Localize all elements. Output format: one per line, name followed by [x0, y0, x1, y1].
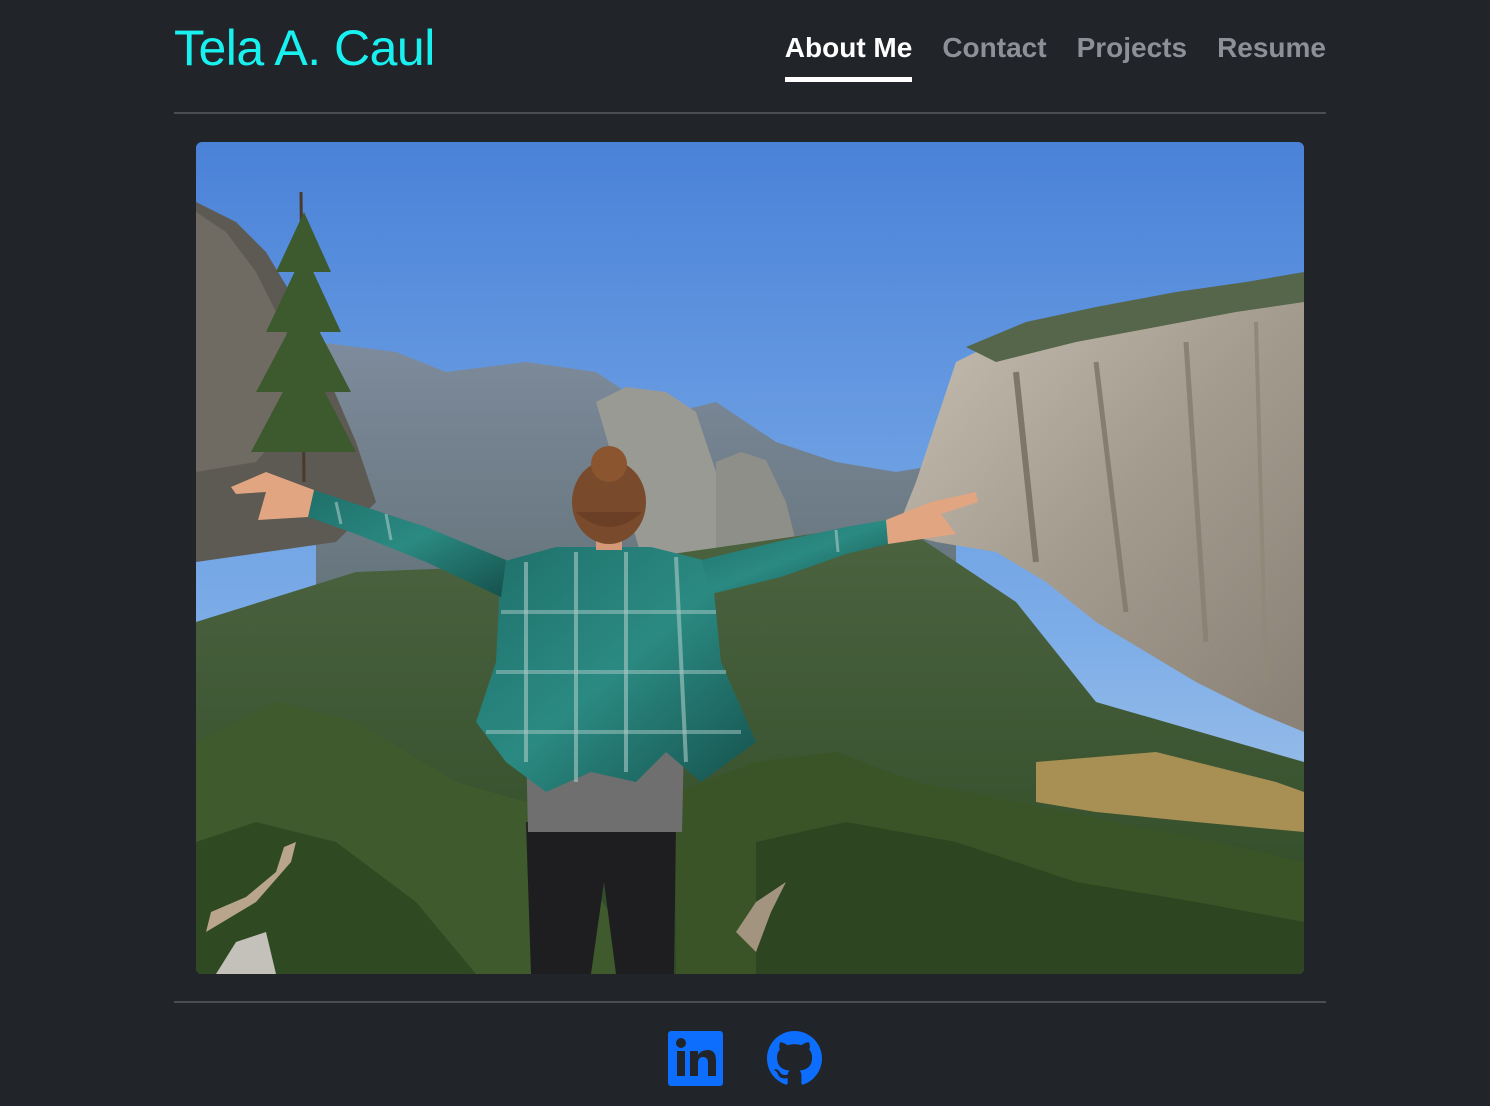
header-divider: [174, 112, 1326, 114]
nav-contact[interactable]: Contact: [942, 28, 1046, 82]
nav-projects[interactable]: Projects: [1077, 28, 1188, 82]
github-icon: [767, 1031, 822, 1085]
footer-divider: [174, 1001, 1326, 1003]
nav-about-me[interactable]: About Me: [784, 28, 912, 82]
nav-resume[interactable]: Resume: [1217, 28, 1326, 82]
social-links: [0, 1031, 1490, 1086]
page: Tela A. Caul About Me Contact Projects R…: [0, 0, 1490, 1106]
hero-photo-illustration: [196, 142, 1304, 974]
site-title[interactable]: Tela A. Caul: [174, 18, 435, 78]
linkedin-icon: [668, 1031, 723, 1086]
linkedin-link[interactable]: [668, 1031, 723, 1086]
hero-photo: [196, 142, 1304, 974]
github-link[interactable]: [767, 1031, 822, 1086]
main-nav: About Me Contact Projects Resume: [784, 28, 1326, 82]
